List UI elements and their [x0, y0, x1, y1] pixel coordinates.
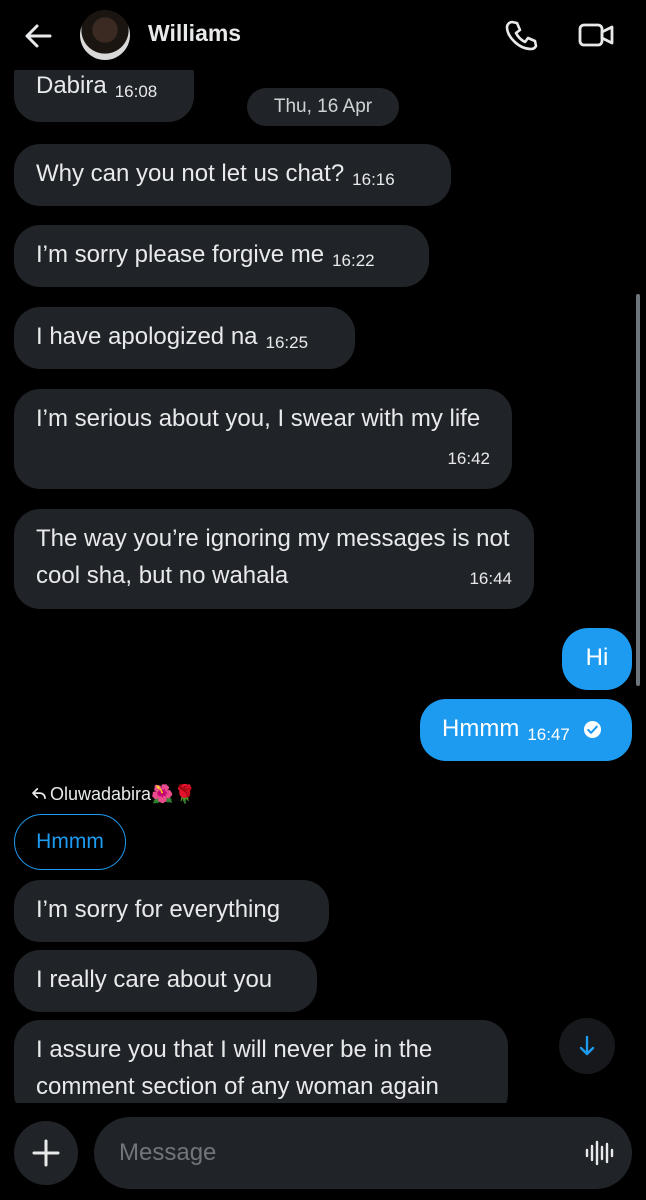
message-time: 16:08	[114, 82, 158, 101]
message-input-placeholder: Message	[119, 1139, 217, 1166]
message-bubble[interactable]: The way you’re ignoring my messages is n…	[14, 509, 534, 609]
message-bubble[interactable]: Why can you not let us chat? 16:16	[14, 144, 451, 206]
read-receipt-icon	[583, 720, 601, 739]
message-text: I assure you that I will never be in the…	[36, 1036, 439, 1100]
chat-header: Williams	[0, 0, 646, 70]
message-input[interactable]: Message	[94, 1117, 632, 1189]
message-text: I’m serious about you, I swear with my l…	[36, 405, 481, 432]
quoted-message[interactable]: Hmmm	[14, 814, 126, 870]
message-time: 16:47	[527, 725, 570, 744]
voice-message-icon[interactable]	[584, 1139, 614, 1167]
message-bubble[interactable]: I’m serious about you, I swear with my l…	[14, 389, 512, 489]
arrow-down-icon	[579, 1035, 595, 1056]
message-bubble[interactable]: I really care about you	[14, 950, 317, 1012]
message-bubble[interactable]: I have apologized na 16:25	[14, 307, 355, 369]
contact-name[interactable]: Williams	[148, 20, 241, 47]
sent-message-bubble[interactable]: Hmmm 16:47	[420, 699, 632, 761]
sent-message-bubble[interactable]: Hi	[562, 628, 632, 690]
message-text: Dabira	[36, 72, 107, 99]
scrollbar[interactable]	[636, 294, 640, 686]
avatar[interactable]	[80, 10, 130, 60]
back-arrow-icon[interactable]	[22, 20, 54, 52]
message-bubble[interactable]: I’m sorry please forgive me 16:22	[14, 225, 429, 287]
plus-icon	[32, 1139, 60, 1167]
message-text: I have apologized na	[36, 323, 258, 350]
message-list[interactable]: Dabira 16:08 Thu, 16 Apr Why can you not …	[0, 60, 646, 1103]
message-time: 16:22	[332, 251, 375, 270]
date-divider: Thu, 16 Apr	[247, 88, 399, 126]
message-time: 16:42	[447, 449, 490, 468]
message-time: 16:16	[352, 170, 395, 189]
message-text: I really care about you	[36, 966, 273, 993]
add-attachment-button[interactable]	[14, 1121, 78, 1185]
message-bubble[interactable]: I assure you that I will never be in the…	[14, 1020, 508, 1103]
message-text: Why can you not let us chat?	[36, 160, 345, 187]
message-bubble[interactable]: I’m sorry for everything	[14, 880, 329, 942]
message-text: Hi	[585, 644, 609, 671]
message-time: 16:44	[469, 569, 512, 588]
reply-context: Oluwadabira🌺🌹	[32, 784, 196, 805]
message-text: I’m sorry for everything	[36, 896, 281, 923]
message-text: The way you’re ignoring my messages is n…	[36, 525, 510, 589]
reply-arrow-icon	[32, 788, 46, 800]
video-call-icon[interactable]	[578, 20, 614, 50]
message-text: Hmmm	[442, 715, 520, 742]
reply-author: Oluwadabira🌺🌹	[50, 784, 196, 804]
scroll-to-bottom-button[interactable]	[559, 1018, 615, 1074]
message-text: I’m sorry please forgive me	[36, 241, 325, 268]
composer: Message	[0, 1103, 646, 1200]
message-time: 16:25	[265, 333, 309, 352]
phone-icon[interactable]	[504, 18, 538, 52]
